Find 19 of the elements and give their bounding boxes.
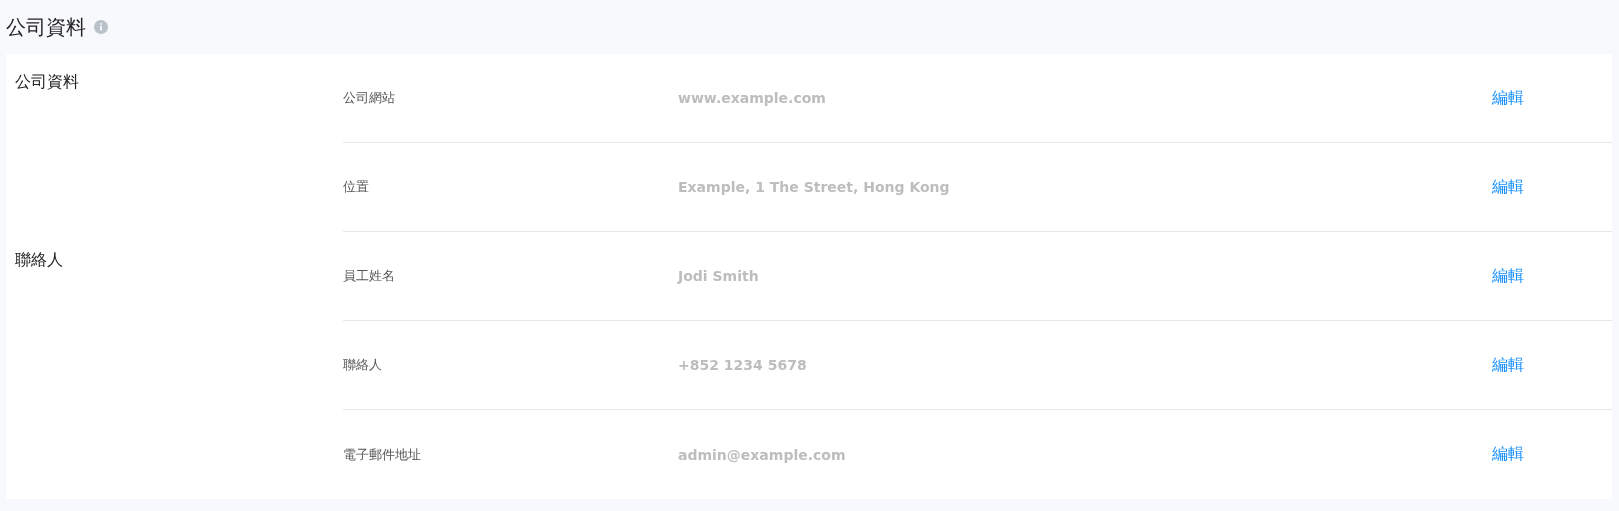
- field-value: Jodi Smith: [678, 268, 760, 284]
- field-value: +852 1234 5678: [678, 357, 808, 373]
- field-value: admin@example.com: [678, 446, 847, 463]
- field-value: www.example.com: [678, 90, 827, 106]
- edit-link[interactable]: 編輯: [1492, 87, 1524, 109]
- section-title: 聯絡人: [15, 250, 63, 269]
- section-title: 公司資料: [15, 72, 79, 91]
- page-title: 公司資料: [6, 13, 86, 41]
- edit-link[interactable]: 編輯: [1492, 444, 1524, 465]
- field-value: Example, 1 The Street, Hong Kong: [678, 179, 951, 195]
- field-label: 聯絡人: [343, 356, 383, 374]
- field-label: 員工姓名: [343, 267, 396, 285]
- edit-link[interactable]: 編輯: [1492, 176, 1524, 198]
- field-label: 位置: [343, 178, 370, 196]
- edit-link[interactable]: 編輯: [1492, 354, 1524, 376]
- info-icon[interactable]: [94, 20, 108, 34]
- field-label: 電子郵件地址: [343, 445, 422, 464]
- edit-link[interactable]: 編輯: [1492, 265, 1524, 287]
- field-label: 公司網站: [343, 89, 396, 107]
